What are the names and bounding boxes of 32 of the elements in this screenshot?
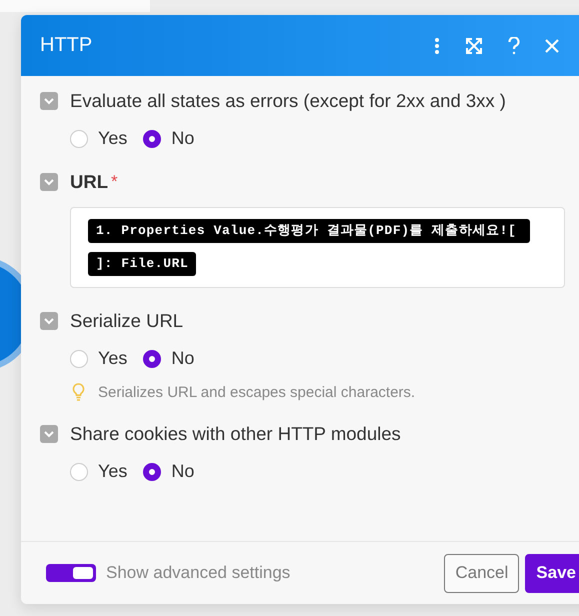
expand-icon[interactable] xyxy=(465,36,483,54)
required-mark: * xyxy=(111,172,118,192)
collapse-icon[interactable] xyxy=(40,312,58,330)
radio-label: Yes xyxy=(98,128,128,149)
help-icon[interactable] xyxy=(508,36,520,54)
mapping-token[interactable]: ]: File.URL xyxy=(88,252,196,276)
cancel-button[interactable]: Cancel xyxy=(444,554,520,592)
dialog-title: HTTP xyxy=(40,34,92,57)
radio-label: No xyxy=(171,128,194,149)
radio-label: No xyxy=(171,461,194,482)
collapse-icon[interactable] xyxy=(40,173,58,191)
toggle-switch[interactable] xyxy=(46,564,96,582)
field-label: Share cookies with other HTTP modules xyxy=(70,423,401,445)
radio-label: Yes xyxy=(98,348,128,369)
field-label: Serialize URL xyxy=(70,310,184,332)
radio-button[interactable] xyxy=(143,130,162,148)
radio-button[interactable] xyxy=(143,350,162,368)
lightbulb-icon xyxy=(72,383,85,401)
field-label: Evaluate all states as errors (except for 2xx and 3xx ) xyxy=(70,90,506,112)
radio-button[interactable] xyxy=(143,462,162,480)
save-button[interactable]: Save xyxy=(525,554,579,592)
radio-label: No xyxy=(171,348,194,369)
radio-label: Yes xyxy=(98,461,128,482)
field-label: URL xyxy=(70,171,108,193)
hint-text: Serializes URL and escapes special characters. xyxy=(98,384,416,400)
collapse-icon[interactable] xyxy=(40,425,58,443)
collapse-icon[interactable] xyxy=(40,92,58,110)
url-field[interactable]: 1. Properties Value.수행평가 결과물(PDF)를 제출하세요![ ]: File.URL xyxy=(70,207,565,288)
more-icon[interactable] xyxy=(434,36,440,54)
toggle-label: Show advanced settings xyxy=(106,563,290,583)
mapping-token[interactable]: 1. Properties Value.수행평가 결과물(PDF)를 제출하세요![ xyxy=(88,219,530,243)
close-icon[interactable] xyxy=(545,38,559,52)
